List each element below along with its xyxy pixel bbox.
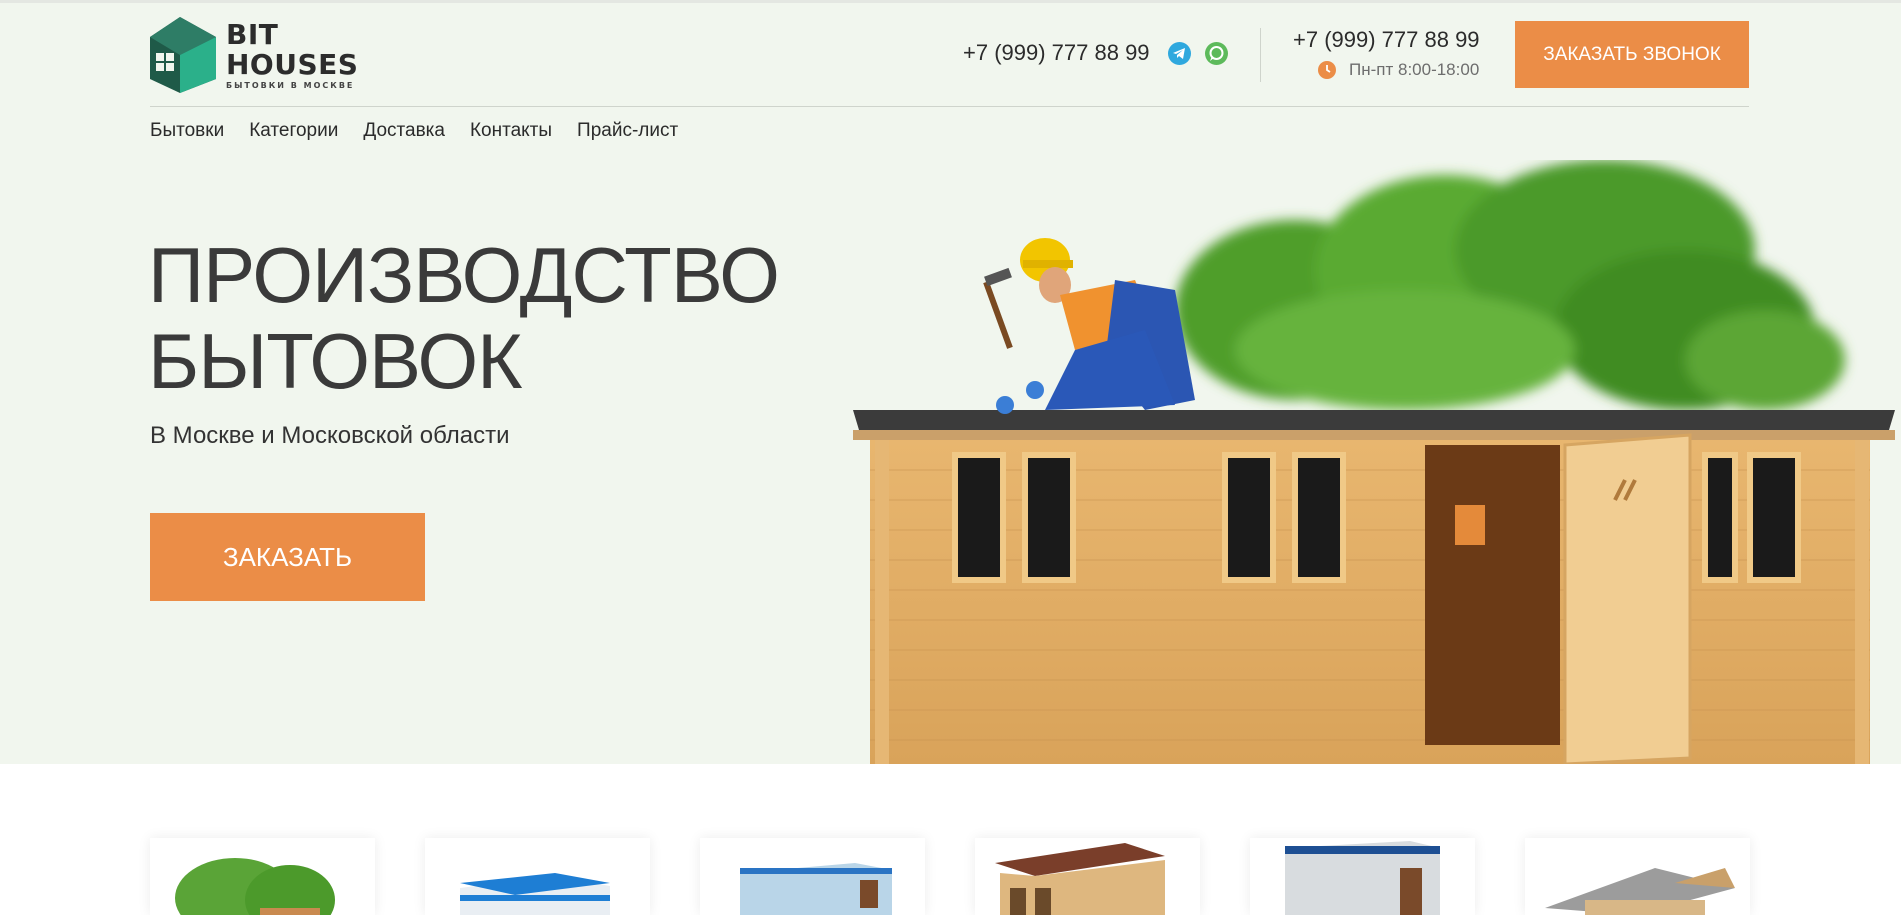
trees-image: [1175, 160, 1845, 410]
worker-image: [983, 238, 1195, 414]
order-button[interactable]: ЗАКАЗАТЬ: [150, 513, 425, 601]
hero-title-line2: БЫТОВОК: [148, 317, 523, 405]
logo-subtitle: БЫТОВКИ В МОСКВЕ: [226, 81, 355, 90]
top-border: [0, 0, 1901, 3]
nav-item-cabins[interactable]: Бытовки: [150, 120, 224, 142]
hero-title-line1: ПРОИЗВОДСТВО: [148, 231, 780, 319]
hero-title: ПРОИЗВОДСТВО БЫТОВОК: [148, 231, 780, 405]
product-card-house[interactable]: [1525, 838, 1750, 915]
product-card-wooden-cabin[interactable]: [975, 838, 1200, 915]
logo[interactable]: BIT HOUSES БЫТОВКИ В МОСКВЕ: [150, 16, 410, 94]
header-divider: [1260, 28, 1261, 82]
nav-item-price-list[interactable]: Прайс-лист: [577, 120, 678, 142]
nav-item-categories[interactable]: Категории: [249, 120, 338, 142]
clock-icon: [1318, 61, 1336, 79]
whatsapp-icon[interactable]: [1205, 42, 1228, 65]
hero-cabin-image: [845, 160, 1901, 766]
product-card-container[interactable]: [700, 838, 925, 915]
telegram-icon[interactable]: [1168, 42, 1191, 65]
phone-primary[interactable]: +7 (999) 777 88 99: [963, 40, 1150, 66]
phone-secondary[interactable]: +7 (999) 777 88 99: [1293, 27, 1480, 53]
house-logo-icon: [150, 17, 216, 93]
header-divider-line: [150, 106, 1749, 107]
nav-item-contacts[interactable]: Контакты: [470, 120, 552, 142]
product-card-metal-cabin[interactable]: [1250, 838, 1475, 915]
order-call-button[interactable]: ЗАКАЗАТЬ ЗВОНОК: [1515, 21, 1749, 88]
product-card-blue-block[interactable]: [425, 838, 650, 915]
hero-subtitle: В Москве и Московской области: [150, 422, 510, 449]
main-nav: Бытовки Категории Доставка Контакты Прай…: [150, 120, 678, 142]
product-card-garden-cabin[interactable]: [150, 838, 375, 915]
nav-item-delivery[interactable]: Доставка: [363, 120, 445, 142]
working-hours: Пн-пт 8:00-18:00: [1349, 60, 1480, 79]
logo-title: BIT HOUSES: [226, 18, 359, 81]
